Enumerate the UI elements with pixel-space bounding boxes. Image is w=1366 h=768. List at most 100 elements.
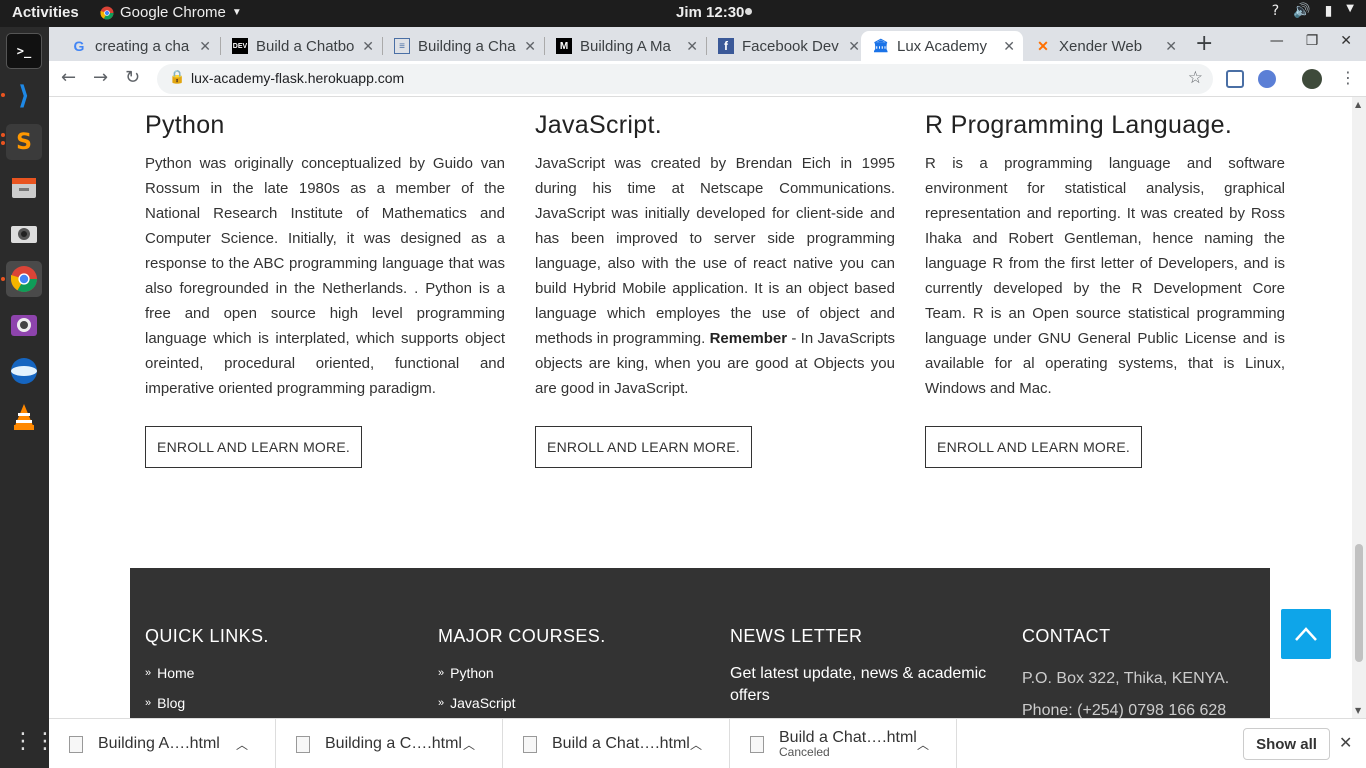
browser-tab[interactable]: f Facebook Dev ✕ (706, 31, 868, 61)
close-icon[interactable]: ✕ (686, 38, 698, 55)
footer-link-javascript[interactable]: » JavaScript (438, 695, 606, 718)
file-icon (296, 735, 310, 753)
institution-icon: 🏛 (872, 38, 890, 53)
volume-icon[interactable]: 🔊 (1293, 3, 1310, 19)
course-card-python: Python Python was originally conceptuali… (145, 111, 505, 401)
close-icon[interactable]: ✕ (848, 38, 860, 55)
footer-heading: CONTACT (1022, 626, 1111, 646)
battery-icon[interactable]: ▮ (1325, 3, 1333, 19)
double-chevron-right-icon: » (145, 667, 152, 679)
footer-heading: MAJOR COURSES. (438, 626, 606, 646)
close-icon[interactable]: ✕ (199, 38, 211, 55)
chrome-icon (100, 6, 114, 19)
close-icon[interactable]: ✕ (1339, 733, 1352, 752)
browser-tab[interactable]: ✕ Xender Web ✕ (1023, 31, 1185, 61)
vscode-icon[interactable]: ⟩ (6, 78, 42, 114)
double-chevron-right-icon: » (438, 697, 445, 709)
footer-newsletter: NEWS LETTER Get latest update, news & ac… (730, 626, 1000, 707)
dev-to-icon: DEV (232, 38, 248, 54)
download-item[interactable]: Building A….html ︿ (49, 719, 276, 768)
menu-kebab-icon[interactable]: ⋮ (1340, 68, 1356, 87)
webcam-app-icon[interactable] (6, 307, 42, 343)
enroll-button-python[interactable]: ENROLL AND LEARN MORE. (145, 426, 362, 468)
page-scrollbar[interactable]: ▲ ▼ (1352, 97, 1366, 718)
activities-button[interactable]: Activities (12, 4, 79, 21)
browser-tab[interactable]: ≡ Building a Cha ✕ (382, 31, 544, 61)
chevron-down-icon[interactable]: ▼ (1346, 3, 1354, 19)
download-bar: Building A….html ︿ Building a C….html ︿ … (49, 718, 1366, 768)
lock-icon[interactable]: 🔒 (169, 70, 185, 85)
help-icon[interactable]: ? (1272, 3, 1279, 19)
chevron-up-icon[interactable]: ︿ (236, 736, 248, 753)
browser-tab[interactable]: DEV Build a Chatbo ✕ (220, 31, 382, 61)
xender-icon: ✕ (1037, 37, 1049, 54)
download-filename: Build a Chat….html (552, 735, 690, 752)
download-filename-text: Build a Chat….html (779, 729, 917, 746)
sublime-text-icon[interactable]: S (6, 124, 42, 160)
file-icon (750, 735, 764, 753)
download-item[interactable]: Build a Chat….html Canceled ︿ (730, 719, 957, 768)
scroll-down-arrow-icon[interactable]: ▼ (1355, 706, 1361, 715)
extension-icon[interactable] (1226, 70, 1244, 88)
close-icon[interactable]: ✕ (524, 38, 536, 55)
chrome-icon[interactable] (6, 261, 42, 297)
download-item[interactable]: Build a Chat….html ︿ (503, 719, 730, 768)
reload-icon[interactable]: ↻ (125, 67, 140, 88)
download-item[interactable]: Building a C….html ︿ (276, 719, 503, 768)
new-tab-button[interactable]: + (1195, 31, 1213, 56)
footer-link-python[interactable]: » Python (438, 665, 606, 695)
forward-arrow-icon[interactable]: → (93, 67, 108, 88)
link-label: JavaScript (450, 695, 516, 711)
scroll-up-arrow-icon[interactable]: ▲ (1355, 100, 1361, 109)
tab-title: Facebook Dev (742, 37, 839, 55)
vlc-icon[interactable] (6, 399, 42, 435)
notification-dot (745, 8, 752, 15)
chevron-up-icon[interactable]: ︿ (690, 736, 702, 753)
footer-link-blog[interactable]: » Blog (145, 695, 269, 718)
medium-icon: M (556, 38, 572, 54)
enroll-button-javascript[interactable]: ENROLL AND LEARN MORE. (535, 426, 752, 468)
profile-avatar[interactable] (1302, 69, 1322, 89)
url-text[interactable]: lux-academy-flask.herokuapp.com (191, 70, 404, 86)
minimize-icon[interactable]: — (1270, 33, 1284, 49)
enroll-button-r[interactable]: ENROLL AND LEARN MORE. (925, 426, 1142, 468)
file-icon (69, 735, 83, 753)
file-icon (523, 735, 537, 753)
footer-link-home[interactable]: » Home (145, 665, 269, 695)
show-all-button[interactable]: Show all (1243, 728, 1330, 760)
address-bar[interactable]: 🔒 lux-academy-flask.herokuapp.com ☆ (157, 64, 1213, 94)
browser-tab-active[interactable]: 🏛 Lux Academy ✕ (861, 31, 1023, 61)
site-footer: QUICK LINKS. » Home » Blog MAJOR COURSES. … (130, 568, 1270, 718)
close-icon[interactable]: ✕ (362, 38, 374, 55)
camera-icon[interactable] (6, 215, 42, 251)
chevron-up-icon[interactable]: ︿ (463, 736, 475, 753)
scrollbar-thumb[interactable] (1355, 544, 1363, 662)
clock[interactable]: Jim 12:30 (676, 4, 744, 21)
back-to-top-button[interactable] (1281, 609, 1331, 659)
restore-icon[interactable]: ❐ (1306, 33, 1319, 49)
tab-title: creating a cha (95, 37, 190, 55)
app-menu[interactable]: Google Chrome ▼ (100, 4, 242, 21)
running-indicator (1, 93, 5, 97)
download-filename: Building a C….html (325, 735, 462, 752)
close-window-icon[interactable]: ✕ (1340, 33, 1352, 49)
screenshot-app-icon[interactable] (6, 353, 42, 389)
system-tray[interactable]: ? 🔊 ▮ ▼ (1272, 3, 1354, 19)
browser-tab[interactable]: M Building A Ma ✕ (544, 31, 706, 61)
bookmark-star-icon[interactable]: ☆ (1188, 68, 1203, 88)
browser-tab[interactable]: G creating a cha ✕ (59, 31, 219, 61)
download-status: Canceled (779, 745, 830, 759)
close-icon[interactable]: ✕ (1003, 38, 1015, 55)
terminal-icon[interactable]: >_ (6, 33, 42, 69)
back-arrow-icon[interactable]: ← (61, 67, 76, 88)
extension-icon[interactable] (1258, 70, 1276, 88)
download-filename: Build a Chat….html Canceled (779, 729, 917, 759)
close-icon[interactable]: ✕ (1165, 38, 1177, 55)
file-manager-icon[interactable] (6, 169, 42, 205)
monitor-icon: ≡ (394, 38, 410, 54)
download-filename: Building A….html (98, 735, 220, 752)
double-chevron-right-icon: » (145, 697, 152, 709)
chevron-up-icon[interactable]: ︿ (917, 736, 929, 753)
footer-major-courses: MAJOR COURSES. » Python » JavaScript (438, 626, 606, 718)
contact-address: P.O. Box 322, Thika, KENYA. (1022, 670, 1230, 687)
